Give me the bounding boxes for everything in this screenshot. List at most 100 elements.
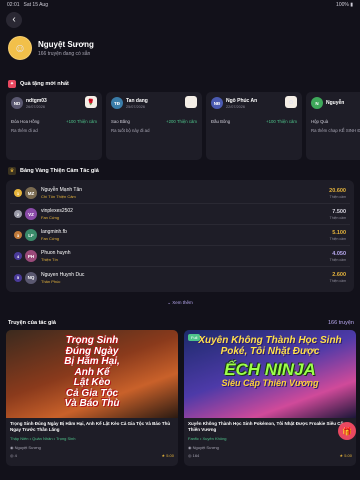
fan-avatar: VZ [25, 208, 37, 220]
story-author: ◉ Nguyệt Sương [188, 445, 219, 450]
story-title[interactable]: Trọng Sinh Đúng Ngày Bị Hãm Hại, Anh Kế … [10, 421, 174, 433]
anime-girl-icon: ☺ [13, 41, 27, 55]
trophy-icon: ♛ [8, 167, 16, 175]
gift-card[interactable]: NĐ Ngô Phúc An 22/07/2026 ✿ Đầu Bông +100 Thi… [206, 92, 302, 160]
story-views: ◎ 4 [10, 453, 17, 458]
gift-sender-name: Tan dang [126, 97, 148, 104]
fan-title: Thân Phúc [41, 278, 61, 284]
story-title[interactable]: Xuyên Không Thành Học Sinh Pokémon, Tôi … [188, 421, 352, 433]
story-card[interactable]: Full Xuyên Không Thành Học Sinh Poké, Tô… [184, 330, 356, 466]
gift-sender-name: Nguyễn [326, 99, 345, 106]
gift-sender-avatar: ND [11, 97, 23, 109]
fan-title: Chí Tôn Thiện Cảm [41, 194, 76, 199]
story-rating: ★ 5.00 [161, 453, 174, 458]
gift-item-icon: ☄ [185, 96, 197, 108]
leaderboard-row[interactable]: 2 VZ vinplexes2502 Fan Cứng 7.500 Thiện cảm [10, 204, 350, 225]
gift-item-name: Sao Băng [111, 119, 130, 124]
gift-item-icon: ✿ [285, 96, 297, 108]
rank-badge: 3 [14, 231, 22, 239]
fan-avatar: NQ [25, 271, 37, 284]
gift-sender-avatar: N [311, 97, 323, 109]
rank-badge: 1 [14, 189, 22, 197]
gift-card[interactable]: ND ndtgm03 26/07/2026 🌹 Đóa Hoa Hồng +100 Thi… [6, 92, 102, 160]
fan-avatar: LF [25, 229, 37, 241]
leaderboard-row[interactable]: 5 NQ Nguyen Huynh Duc Thân Phúc 2.600 Thiện c… [10, 267, 350, 288]
gift-fab-button[interactable]: 🎁 [338, 422, 356, 440]
status-date: Sat 15 Aug [23, 2, 48, 8]
score-unit: Thiện cảm [329, 215, 346, 220]
fan-score: 4.050 [332, 250, 346, 257]
gift-icon: ✦ [8, 80, 16, 88]
gift-card[interactable]: TĐ Tan dang 25/07/2026 ☄ Sao Băng +200 Thiện … [106, 92, 202, 160]
back-button[interactable]: ‹ [6, 12, 22, 28]
author-avatar: ☺ [8, 36, 32, 60]
stories-header: Truyện của tác giả 166 truyện [8, 320, 354, 326]
rank-badge: 4 [14, 252, 22, 260]
fan-score: 7.500 [332, 208, 346, 215]
gift-item-name: Đầu Bông [211, 119, 231, 124]
gift-date: 26/07/2026 [26, 104, 46, 109]
leaderboard-row[interactable]: 4 PH Phuon huynh Thiện Tín 4.050 Thiện cảm [10, 246, 350, 267]
score-unit: Thiện cảm [329, 257, 346, 262]
gift-message: Ra thêm đi ad [11, 128, 38, 133]
gift-date: 22/07/2026 [226, 104, 246, 109]
fan-title: Thiện Tín [41, 257, 58, 262]
leaderboard-row[interactable]: 3 LF langminh.fb Fan Cứng 5.100 Thiện cảm [10, 225, 350, 246]
author-story-count: 166 truyện đang có sẵn [38, 50, 91, 57]
stories-title: Truyện của tác giả [8, 320, 56, 326]
story-grid: Trọng Sinh Đúng Ngày Bị Hãm Hại, Anh Kế Lật … [6, 330, 360, 466]
gift-item-icon: 🌹 [85, 96, 97, 108]
gift-points: +100 Thiện cảm [66, 119, 97, 124]
fan-name: Phuon huynh [41, 250, 71, 256]
leaderboard-section-title: ♛ Bảng Vàng Thiện Cảm Tác giả [8, 167, 99, 175]
fan-avatar: MZ [25, 187, 37, 199]
gift-sender-name: ndtgm03 [26, 97, 47, 104]
story-card[interactable]: Trọng Sinh Đúng Ngày Bị Hãm Hại, Anh Kế Lật … [6, 330, 178, 466]
gift-sender-avatar: NĐ [211, 97, 223, 109]
chevron-left-icon: ‹ [12, 14, 16, 25]
fan-name: Nguyễn Mạnh Tân [41, 187, 83, 193]
status-time: 02:01 [7, 2, 20, 8]
gift-card[interactable]: NNguyễn🎁Hộp QuàRa thêm chap KỂ SINH ĐÚNG… [306, 92, 360, 160]
story-cover[interactable]: Trọng Sinh Đúng Ngày Bị Hãm Hại, Anh Kế Lật … [6, 330, 178, 418]
fan-name: vinplexes2502 [41, 208, 73, 214]
fan-score: 20.600 [329, 187, 346, 194]
leaderboard-row[interactable]: 1 MZ Nguyễn Mạnh Tân Chí Tôn Thiện Cảm 20.60… [10, 183, 350, 204]
story-genres: Fanfic • Xuyên Không [188, 436, 227, 441]
story-rating: ★ 5.00 [339, 453, 352, 458]
leaderboard: 1 MZ Nguyễn Mạnh Tân Chí Tôn Thiện Cảm 20.60… [6, 180, 354, 292]
see-more-button[interactable]: ⌄ Xem thêm [0, 300, 360, 306]
fan-avatar: PH [25, 250, 37, 262]
score-unit: Thiện cảm [329, 236, 346, 241]
gifts-section-title: ✦ Quà tặng mới nhất [8, 80, 69, 88]
score-unit: Thiện cảm [329, 194, 346, 199]
gift-box-icon: 🎁 [342, 426, 352, 436]
cover-title-art: Trọng Sinh Đúng Ngày Bị Hãm Hại, Anh Kế Lật … [64, 335, 120, 409]
story-views: ◎ 164 [188, 453, 200, 458]
fan-score: 5.100 [332, 229, 346, 236]
rank-badge: 5 [14, 273, 22, 282]
gift-message: Ra thêm chap KỂ SINH ĐÚNG GIAN [311, 128, 360, 133]
gift-date: 25/07/2026 [126, 104, 146, 109]
author-name: Nguyệt Sương [38, 39, 94, 49]
author-profile: ☺ Nguyệt Sương 166 truyện đang có sẵn [8, 36, 94, 60]
gift-item-name: Hộp Quà [311, 119, 329, 124]
fan-name: Nguyen Huynh Duc [41, 271, 85, 278]
gift-item-name: Đóa Hoa Hồng [11, 119, 40, 124]
gift-sender-avatar: TĐ [111, 97, 123, 109]
gift-points: +200 Thiện cảm [166, 119, 197, 124]
story-author: ◉ Nguyệt Sương [10, 445, 41, 450]
fan-title: Fan Cứng [41, 236, 60, 241]
gift-points: +100 Thiện cảm [266, 119, 297, 124]
story-genres: Thập Niên • Quân Nhân • Trọng Sinh [10, 436, 76, 441]
status-bar: 02:01 Sat 15 Aug 100% ▮ [0, 0, 360, 10]
battery-icon: ▮ [350, 2, 353, 8]
gift-message: Ra tuốt bộ này đi ad [111, 128, 150, 133]
gift-sender-name: Ngô Phúc An [226, 97, 258, 104]
story-cover[interactable]: Full Xuyên Không Thành Học Sinh Poké, Tô… [184, 330, 356, 418]
gifts-carousel[interactable]: ND ndtgm03 26/07/2026 🌹 Đóa Hoa Hồng +100 Thi… [6, 92, 360, 160]
fan-score: 2.600 [332, 272, 346, 278]
rank-badge: 2 [14, 210, 22, 218]
status-battery: 100% [336, 2, 349, 8]
stories-count[interactable]: 166 truyện [328, 320, 354, 326]
